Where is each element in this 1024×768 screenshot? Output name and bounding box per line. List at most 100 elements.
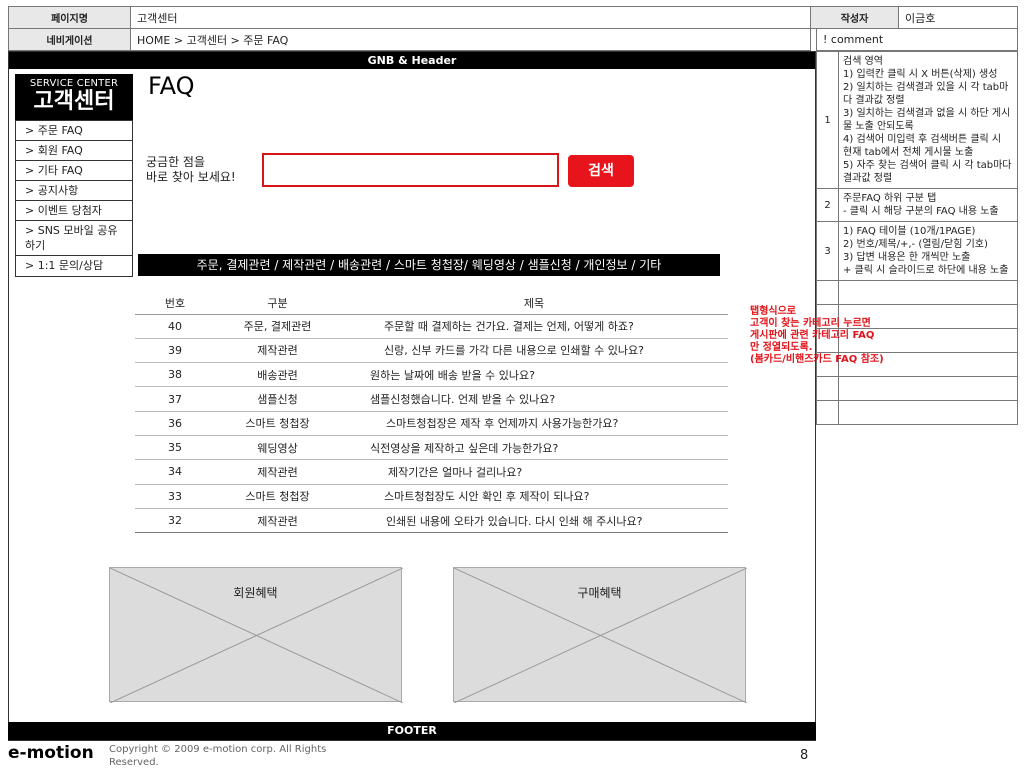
comment-line: 2) 일치하는 검색결과 있을 시 각 tab마다 결과값 정렬 bbox=[843, 82, 1009, 106]
comment-line: 2) 번호/제목/+,- (열림/닫힘 기호) bbox=[843, 239, 988, 250]
table-row[interactable]: 39 제작관련 신랑, 신부 카드를 가각 다른 내용으로 인쇄할 수 있나요? bbox=[135, 338, 728, 364]
service-center-en: SERVICE CENTER bbox=[29, 78, 119, 89]
side-menu-item-sns-share[interactable]: > SNS 모바일 공유하기 bbox=[16, 221, 132, 256]
comment-line: - 클릭 시 해당 구분의 FAQ 내용 노출 bbox=[843, 206, 999, 217]
column-header-category: 구분 bbox=[215, 292, 340, 315]
search-prompt: 궁금한 점을 바로 찾아 보세요! bbox=[146, 155, 236, 185]
column-header-number: 번호 bbox=[135, 292, 215, 315]
comment-table: 1 검색 영역 1) 입력칸 클릭 시 X 버튼(삭제) 생성 2) 일치하는 … bbox=[816, 51, 1018, 425]
member-benefit-label: 회원혜택 bbox=[233, 586, 278, 600]
comment-text: 1) FAQ 테이블 (10개/1PAGE) 2) 번호/제목/+,- (열림/… bbox=[838, 221, 1018, 281]
page-title: FAQ bbox=[148, 72, 195, 100]
navigation-label: 네비게이션 bbox=[8, 28, 131, 51]
comment-number: 3 bbox=[816, 221, 839, 281]
side-menu-item-event-winners[interactable]: > 이벤트 당첨자 bbox=[16, 201, 132, 221]
red-note-line: 고객이 찾는 카테고리 누르면 bbox=[750, 318, 871, 329]
row-title[interactable]: 스마트청첩장은 제작 후 언제까지 사용가능한가요? bbox=[340, 411, 728, 436]
search-prompt-line1: 궁금한 점을 bbox=[146, 155, 206, 169]
comment-row-empty bbox=[816, 376, 1018, 401]
faq-table: 번호 구분 제목 40 주문, 결제관련 주문할 때 결제하는 건가요. 결제는… bbox=[135, 292, 728, 534]
side-menu-item-inquiry[interactable]: > 1:1 문의/상담 bbox=[16, 256, 132, 276]
comment-text: 주문FAQ 하위 구분 탭 - 클릭 시 해당 구분의 FAQ 내용 노출 bbox=[838, 188, 1018, 222]
comment-row-empty bbox=[816, 400, 1018, 425]
row-title[interactable]: 인쇄된 내용에 오타가 있습니다. 다시 인쇄 해 주시나요? bbox=[340, 508, 728, 534]
row-category: 제작관련 bbox=[215, 459, 340, 485]
comment-line: 3) 일치하는 검색결과 없을 시 하단 게시물 노출 안되도록 bbox=[843, 108, 1011, 132]
table-row[interactable]: 40 주문, 결제관련 주문할 때 결제하는 건가요. 결제는 언제, 어떻게 … bbox=[135, 314, 728, 339]
comment-row: 2 주문FAQ 하위 구분 탭 - 클릭 시 해당 구분의 FAQ 내용 노출 bbox=[816, 188, 1018, 222]
author-value: 이금호 bbox=[898, 6, 1018, 29]
side-menu-item-notice[interactable]: > 공지사항 bbox=[16, 181, 132, 201]
side-menu-item-order-faq[interactable]: > 주문 FAQ bbox=[16, 121, 132, 141]
category-tab-bar[interactable]: 주문, 결제관련 / 제작관련 / 배송관련 / 스마트 청첩장/ 웨딩영상 /… bbox=[138, 254, 720, 276]
row-category: 웨딩영상 bbox=[215, 435, 340, 461]
row-title[interactable]: 식전영상을 제작하고 싶은데 가능한가요? bbox=[340, 435, 728, 461]
comment-text: 검색 영역 1) 입력칸 클릭 시 X 버튼(삭제) 생성 2) 일치하는 검색… bbox=[838, 51, 1018, 189]
table-row[interactable]: 37 샘플신청 샘플신청했습니다. 언제 받을 수 있나요? bbox=[135, 386, 728, 412]
search-input[interactable] bbox=[262, 153, 559, 187]
service-center-logo[interactable]: SERVICE CENTER 고객센터 bbox=[15, 74, 133, 120]
red-note-line: (봄카드/비핸즈카드 FAQ 참조) bbox=[750, 354, 884, 365]
table-row[interactable]: 35 웨딩영상 식전영상을 제작하고 싶은데 가능한가요? bbox=[135, 435, 728, 461]
table-row[interactable]: 32 제작관련 인쇄된 내용에 오타가 있습니다. 다시 인쇄 해 주시나요? bbox=[135, 508, 728, 534]
comment-line: 3) 답변 내용은 한 개씩만 노출 bbox=[843, 252, 971, 263]
comment-line: 5) 자주 찾는 검색어 클릭 시 각 tab마다 결과값 정렬 bbox=[843, 160, 1012, 184]
row-title[interactable]: 샘플신청했습니다. 언제 받을 수 있나요? bbox=[340, 386, 728, 412]
navigation-path: HOME > 고객센터 > 주문 FAQ bbox=[130, 28, 811, 51]
row-number: 39 bbox=[135, 338, 215, 364]
comment-line: 검색 영역 bbox=[843, 56, 883, 67]
gnb-header-bar: GNB & Header bbox=[9, 52, 815, 69]
row-number: 32 bbox=[135, 508, 215, 534]
author-label: 작성자 bbox=[810, 6, 899, 29]
comment-number: 2 bbox=[816, 188, 839, 222]
comment-number: 1 bbox=[816, 51, 839, 189]
row-title[interactable]: 신랑, 신부 카드를 가각 다른 내용으로 인쇄할 수 있나요? bbox=[340, 338, 728, 364]
comment-header: ! comment bbox=[816, 29, 1018, 51]
row-title[interactable]: 스마트청첩장도 시안 확인 후 제작이 되나요? bbox=[340, 484, 728, 509]
comment-row: 1 검색 영역 1) 입력칸 클릭 시 X 버튼(삭제) 생성 2) 일치하는 … bbox=[816, 51, 1018, 189]
page-name-value: 고객센터 bbox=[130, 6, 811, 29]
page-name-label: 페이지명 bbox=[8, 6, 131, 29]
row-category: 스마트 청첩장 bbox=[215, 411, 340, 436]
row-number: 36 bbox=[135, 411, 215, 436]
purchase-benefit-label: 구매혜택 bbox=[577, 586, 622, 600]
row-category: 샘플신청 bbox=[215, 386, 340, 412]
service-center-ko: 고객센터 bbox=[33, 89, 115, 114]
row-title[interactable]: 제작기간은 얼마나 걸리나요? bbox=[340, 459, 728, 485]
search-prompt-line2: 바로 찾아 보세요! bbox=[146, 170, 236, 184]
comment-line: + 클릭 시 슬라이드로 하단에 내용 노출 bbox=[843, 265, 1009, 276]
row-title[interactable]: 주문할 때 결제하는 건가요. 결제는 언제, 어떻게 하죠? bbox=[340, 314, 728, 339]
comment-row: 3 1) FAQ 테이블 (10개/1PAGE) 2) 번호/제목/+,- (열… bbox=[816, 221, 1018, 281]
red-note-line: 탭형식으로 bbox=[750, 306, 796, 317]
row-category: 제작관련 bbox=[215, 338, 340, 364]
copyright-text: Copyright © 2009 e-motion corp. All Righ… bbox=[109, 744, 327, 768]
row-category: 배송관련 bbox=[215, 362, 340, 388]
purchase-benefit-banner[interactable]: 구매혜택 bbox=[453, 567, 747, 703]
comment-line: 주문FAQ 하위 구분 탭 bbox=[843, 193, 937, 204]
row-title[interactable]: 원하는 날짜에 배송 받을 수 있나요? bbox=[340, 362, 728, 388]
row-number: 37 bbox=[135, 386, 215, 412]
row-category: 주문, 결제관련 bbox=[215, 314, 340, 339]
column-header-title: 제목 bbox=[340, 292, 728, 315]
member-benefit-banner[interactable]: 회원혜택 bbox=[109, 567, 403, 703]
red-annotation-note: 탭형식으로 고객이 찾는 카테고리 누르면 게시판에 관련 카테고리 FAQ 만… bbox=[750, 306, 884, 366]
side-menu: > 주문 FAQ > 회원 FAQ > 기타 FAQ > 공지사항 > 이벤트 … bbox=[15, 120, 133, 277]
search-button[interactable]: 검색 bbox=[568, 155, 634, 187]
row-category: 스마트 청첩장 bbox=[215, 484, 340, 509]
row-number: 33 bbox=[135, 484, 215, 509]
comment-line: 4) 검색어 미입력 후 검색버튼 클릭 시 현재 tab에서 전체 게시물 노… bbox=[843, 134, 1002, 158]
row-number: 34 bbox=[135, 459, 215, 485]
table-row[interactable]: 38 배송관련 원하는 날짜에 배송 받을 수 있나요? bbox=[135, 362, 728, 388]
row-number: 40 bbox=[135, 314, 215, 339]
comment-row-empty bbox=[816, 280, 1018, 305]
row-number: 38 bbox=[135, 362, 215, 388]
side-menu-item-member-faq[interactable]: > 회원 FAQ bbox=[16, 141, 132, 161]
table-row[interactable]: 36 스마트 청첩장 스마트청첩장은 제작 후 언제까지 사용가능한가요? bbox=[135, 411, 728, 436]
emotion-logo: e-motion bbox=[8, 743, 94, 763]
page-number: 8 bbox=[800, 748, 809, 763]
side-menu-item-etc-faq[interactable]: > 기타 FAQ bbox=[16, 161, 132, 181]
table-row[interactable]: 33 스마트 청첩장 스마트청첩장도 시안 확인 후 제작이 되나요? bbox=[135, 484, 728, 509]
table-row[interactable]: 34 제작관련 제작기간은 얼마나 걸리나요? bbox=[135, 459, 728, 485]
comment-line: 1) FAQ 테이블 (10개/1PAGE) bbox=[843, 226, 976, 237]
red-note-line: 게시판에 관련 카테고리 FAQ bbox=[750, 330, 875, 341]
